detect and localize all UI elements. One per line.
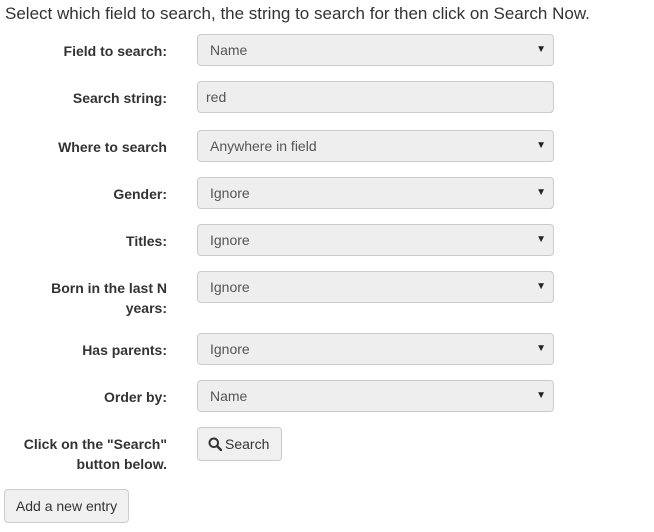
- search-button[interactable]: Search: [197, 427, 282, 461]
- where-to-search-value: Anywhere in field: [210, 138, 317, 154]
- has-parents-label: Has parents:: [82, 342, 167, 358]
- gender-value: Ignore: [210, 185, 250, 201]
- field-to-search-value: Name: [210, 42, 248, 58]
- caret-down-icon: ▼: [536, 44, 546, 55]
- order-by-select[interactable]: Name ▼: [197, 380, 554, 412]
- search-hint-label: Click on the "Search" button below.: [0, 434, 167, 474]
- caret-down-icon: ▼: [536, 343, 546, 354]
- caret-down-icon: ▼: [536, 234, 546, 245]
- born-in-last-n-years-value: Ignore: [210, 279, 250, 295]
- search-hint-line2: button below.: [76, 456, 167, 472]
- born-in-last-n-years-label: Born in the last N years:: [0, 278, 167, 318]
- titles-label: Titles:: [126, 233, 167, 249]
- caret-down-icon: ▼: [536, 140, 546, 151]
- search-button-label: Search: [225, 436, 270, 452]
- search-string-input[interactable]: red: [197, 81, 554, 113]
- caret-down-icon: ▼: [536, 390, 546, 401]
- search-hint-line1: Click on the "Search": [23, 436, 167, 452]
- titles-value: Ignore: [210, 232, 250, 248]
- born-in-last-n-years-select[interactable]: Ignore ▼: [197, 271, 554, 303]
- add-new-entry-button[interactable]: Add a new entry: [4, 489, 129, 523]
- caret-down-icon: ▼: [536, 281, 546, 292]
- has-parents-select[interactable]: Ignore ▼: [197, 333, 554, 365]
- caret-down-icon: ▼: [536, 187, 546, 198]
- intro-instructions: Select which field to search, the string…: [5, 4, 590, 23]
- search-string-label: Search string:: [72, 90, 167, 106]
- titles-select[interactable]: Ignore ▼: [197, 224, 554, 256]
- has-parents-value: Ignore: [210, 341, 250, 357]
- where-to-search-label: Where to search: [58, 139, 167, 155]
- field-to-search-label: Field to search:: [63, 43, 167, 59]
- order-by-label: Order by:: [103, 389, 167, 405]
- magnifier-icon: [208, 430, 223, 462]
- born-label-line1: Born in the last N: [51, 280, 167, 296]
- where-to-search-select[interactable]: Anywhere in field ▼: [197, 130, 554, 162]
- order-by-value: Name: [210, 388, 248, 404]
- field-to-search-select[interactable]: Name ▼: [197, 34, 554, 66]
- gender-label: Gender:: [113, 186, 167, 202]
- born-label-line2: years:: [125, 300, 167, 316]
- gender-select[interactable]: Ignore ▼: [197, 177, 554, 209]
